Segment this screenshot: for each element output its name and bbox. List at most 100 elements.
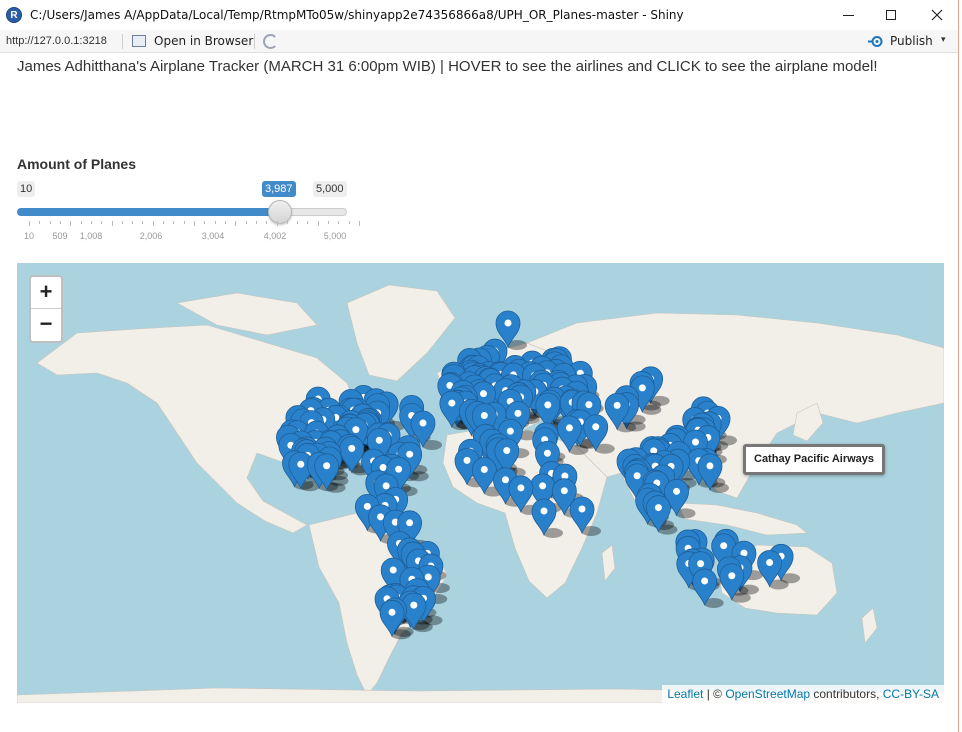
marker-dot — [352, 426, 360, 434]
marker-dot — [706, 462, 714, 470]
marker-dot — [633, 472, 641, 480]
marker-dot — [543, 449, 551, 457]
marker-dot — [395, 465, 403, 473]
slider-tick — [142, 221, 144, 224]
marker-dot — [406, 519, 414, 527]
marker-dot — [720, 542, 728, 550]
slider-tick — [29, 221, 30, 226]
slider-tick — [183, 221, 185, 224]
marker-dot — [480, 412, 488, 420]
slider-tick — [328, 221, 330, 224]
slider-tick — [49, 221, 51, 224]
marker-dot — [544, 401, 552, 409]
marker-dot — [410, 601, 418, 609]
license-link[interactable]: CC-BY-SA — [883, 687, 939, 701]
slider-tick — [204, 221, 206, 224]
slider-tick — [111, 221, 113, 226]
leaflet-map[interactable]: + − Cathay Pacific Airways Leaflet | © O… — [17, 263, 944, 703]
toolbar-divider — [254, 34, 255, 49]
marker-dot — [539, 482, 547, 490]
slider-tick — [214, 221, 216, 224]
marker-dot — [540, 507, 548, 515]
slider-tick — [39, 221, 41, 224]
slider-tick — [80, 221, 82, 224]
map-attribution: Leaflet | © OpenStreetMap contributors, … — [662, 685, 944, 703]
marker-dot — [701, 577, 709, 585]
marker-dot — [363, 502, 371, 510]
plane-count-slider[interactable]: 10 3,987 5,000 10 509 1,008 2,006 3,004 4,002… — [17, 178, 360, 248]
marker-dot — [424, 573, 432, 581]
zoom-out-button[interactable]: − — [31, 309, 61, 341]
leaflet-link[interactable]: Leaflet — [667, 687, 703, 701]
slider-tick — [224, 221, 226, 224]
world-map[interactable] — [17, 263, 944, 703]
slider-tick — [194, 221, 195, 226]
slider-tick — [90, 221, 92, 224]
viewer-toolbar: http://127.0.0.1:3218 Open in Browser Pu… — [0, 30, 958, 53]
slider-tick-label: 509 — [52, 231, 68, 241]
marker-dot — [297, 460, 305, 468]
close-button[interactable] — [914, 0, 960, 30]
slider-tick — [317, 221, 319, 226]
slider-tick — [245, 221, 247, 224]
marker-dot — [766, 559, 774, 567]
slider-fill — [17, 208, 280, 216]
marker-dot — [323, 462, 331, 470]
slider-tick — [348, 221, 350, 224]
publish-button[interactable]: Publish — [890, 34, 933, 48]
marker-dot — [613, 401, 621, 409]
marker-dot — [638, 384, 646, 392]
slider-label: Amount of Planes — [17, 156, 137, 172]
slider-tick — [173, 221, 175, 224]
slider-min-label: 10 — [17, 181, 36, 197]
marker-dot — [654, 504, 662, 512]
marker-dot — [585, 401, 593, 409]
marker-dot — [419, 419, 427, 427]
refresh-icon[interactable] — [263, 34, 278, 49]
slider-tick — [286, 221, 288, 224]
page-title: James Adhitthana's Airplane Tracker (MAR… — [17, 58, 878, 75]
toolbar-divider — [122, 34, 123, 49]
marker-dot — [463, 456, 471, 464]
marker-dot — [578, 505, 586, 513]
slider-value-label: 3,987 — [262, 181, 296, 197]
marker-dot — [728, 572, 736, 580]
window-edge — [958, 0, 962, 732]
maximize-button[interactable] — [868, 0, 914, 30]
marker-dot — [375, 436, 383, 444]
minimize-button[interactable] — [825, 0, 871, 30]
attribution-contributors: contributors, — [810, 687, 883, 701]
maximize-icon — [886, 10, 896, 20]
window-title: C:/Users/James A/AppData/Local/Temp/Rtmp… — [30, 8, 684, 22]
marker-dot — [406, 450, 414, 458]
slider-tick — [163, 221, 165, 224]
marker-dot — [514, 409, 522, 417]
landmass-madagascar — [601, 544, 616, 582]
open-in-browser-icon[interactable] — [132, 35, 146, 47]
slider-ticks: 10 509 1,008 2,006 3,004 4,002 5,000 — [17, 221, 360, 241]
publish-dropdown-caret[interactable]: ▾ — [941, 34, 946, 45]
close-icon — [931, 9, 943, 21]
marker-dot — [448, 399, 456, 407]
marker-dot — [697, 560, 705, 568]
slider-tick — [307, 221, 309, 224]
zoom-in-button[interactable]: + — [31, 277, 61, 309]
slider-tick — [132, 221, 134, 224]
marker-dot — [389, 566, 397, 574]
marker-dot — [506, 427, 514, 435]
marker-dot — [388, 608, 396, 616]
open-in-browser-button[interactable]: Open in Browser — [154, 34, 253, 48]
marker-dot — [592, 423, 600, 431]
marker-dot — [377, 513, 385, 521]
publish-icon[interactable] — [868, 35, 886, 48]
marker-dot — [565, 424, 573, 432]
slider-tick-label: 4,002 — [263, 231, 287, 241]
slider-tick — [235, 221, 237, 226]
marker-dot — [479, 390, 487, 398]
marker-dot — [504, 319, 512, 327]
openstreetmap-link[interactable]: OpenStreetMap — [725, 687, 810, 701]
marker-dot — [560, 487, 568, 495]
slider-tick — [152, 221, 154, 226]
minimize-icon — [842, 14, 854, 16]
marker-dot — [348, 444, 356, 452]
